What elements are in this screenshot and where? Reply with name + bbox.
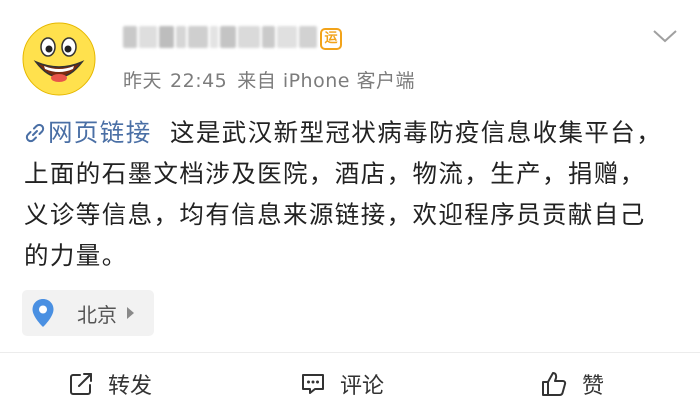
avatar[interactable] bbox=[22, 22, 96, 96]
repost-icon bbox=[70, 373, 92, 395]
repost-button[interactable]: 转发 bbox=[68, 369, 152, 399]
chevron-right-icon bbox=[127, 307, 134, 319]
username[interactable] bbox=[123, 24, 317, 50]
member-badge: 运 bbox=[320, 28, 342, 50]
post-body: 网页链接 这是武汉新型冠状病毒防疫信息收集平台，上面的石墨文档涉及医院，酒店，物… bbox=[24, 112, 669, 276]
post-date: 昨天 bbox=[123, 70, 163, 92]
link-icon bbox=[25, 123, 45, 143]
comment-label: 评论 bbox=[340, 374, 385, 399]
action-bar: 转发 评论 赞 bbox=[0, 352, 700, 415]
web-link-label[interactable]: 网页链接 bbox=[48, 118, 152, 147]
post-source[interactable]: 来自 iPhone 客户端 bbox=[237, 70, 415, 92]
like-button[interactable]: 赞 bbox=[540, 369, 604, 399]
post-time: 22:45 bbox=[170, 70, 228, 92]
chevron-down-icon[interactable] bbox=[652, 28, 678, 44]
comment-icon bbox=[302, 374, 324, 394]
post-meta: 昨天 22:45 来自 iPhone 客户端 bbox=[123, 66, 415, 93]
like-label: 赞 bbox=[582, 374, 605, 399]
smiley-face-icon bbox=[22, 22, 96, 96]
thumbs-up-icon bbox=[542, 372, 567, 396]
location-pin-icon bbox=[32, 299, 54, 327]
comment-button[interactable]: 评论 bbox=[300, 369, 384, 399]
location-label: 北京 bbox=[77, 302, 117, 327]
web-link[interactable]: 网页链接 bbox=[24, 118, 152, 147]
location-chip[interactable]: 北京 bbox=[22, 290, 154, 336]
repost-label: 转发 bbox=[108, 374, 153, 399]
